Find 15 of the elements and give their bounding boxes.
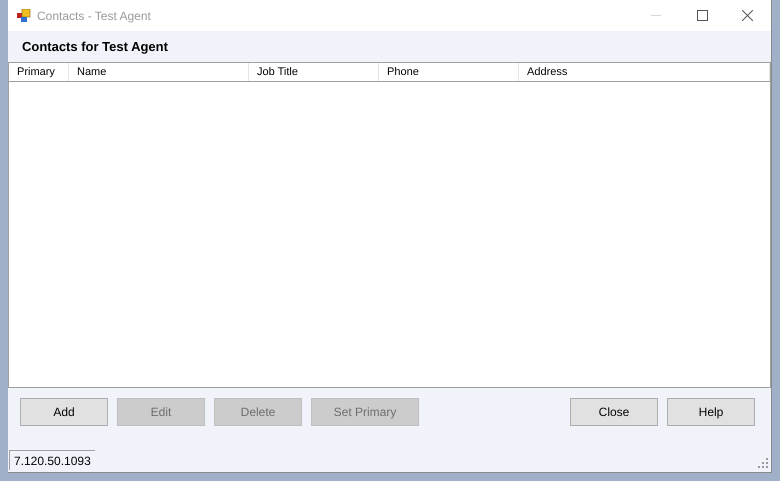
dialog-button[interactable]: Help [667, 398, 755, 426]
column-header[interactable]: Name [69, 63, 249, 81]
maximize-icon[interactable] [697, 10, 708, 21]
dialog-button[interactable]: Add [20, 398, 108, 426]
version-label: 7.120.50.1093 [9, 450, 95, 470]
resize-grip-icon[interactable] [758, 458, 768, 468]
column-header[interactable]: Phone [379, 63, 519, 81]
column-header[interactable]: Job Title [249, 63, 379, 81]
close-icon[interactable] [742, 10, 753, 21]
dialog-heading: Contacts for Test Agent [22, 38, 168, 56]
app-icon [17, 8, 31, 22]
dialog-button[interactable]: Close [570, 398, 658, 426]
column-header[interactable]: Address [519, 63, 770, 81]
column-header[interactable]: Primary [9, 63, 69, 81]
window-title: Contacts - Test Agent [37, 8, 151, 24]
